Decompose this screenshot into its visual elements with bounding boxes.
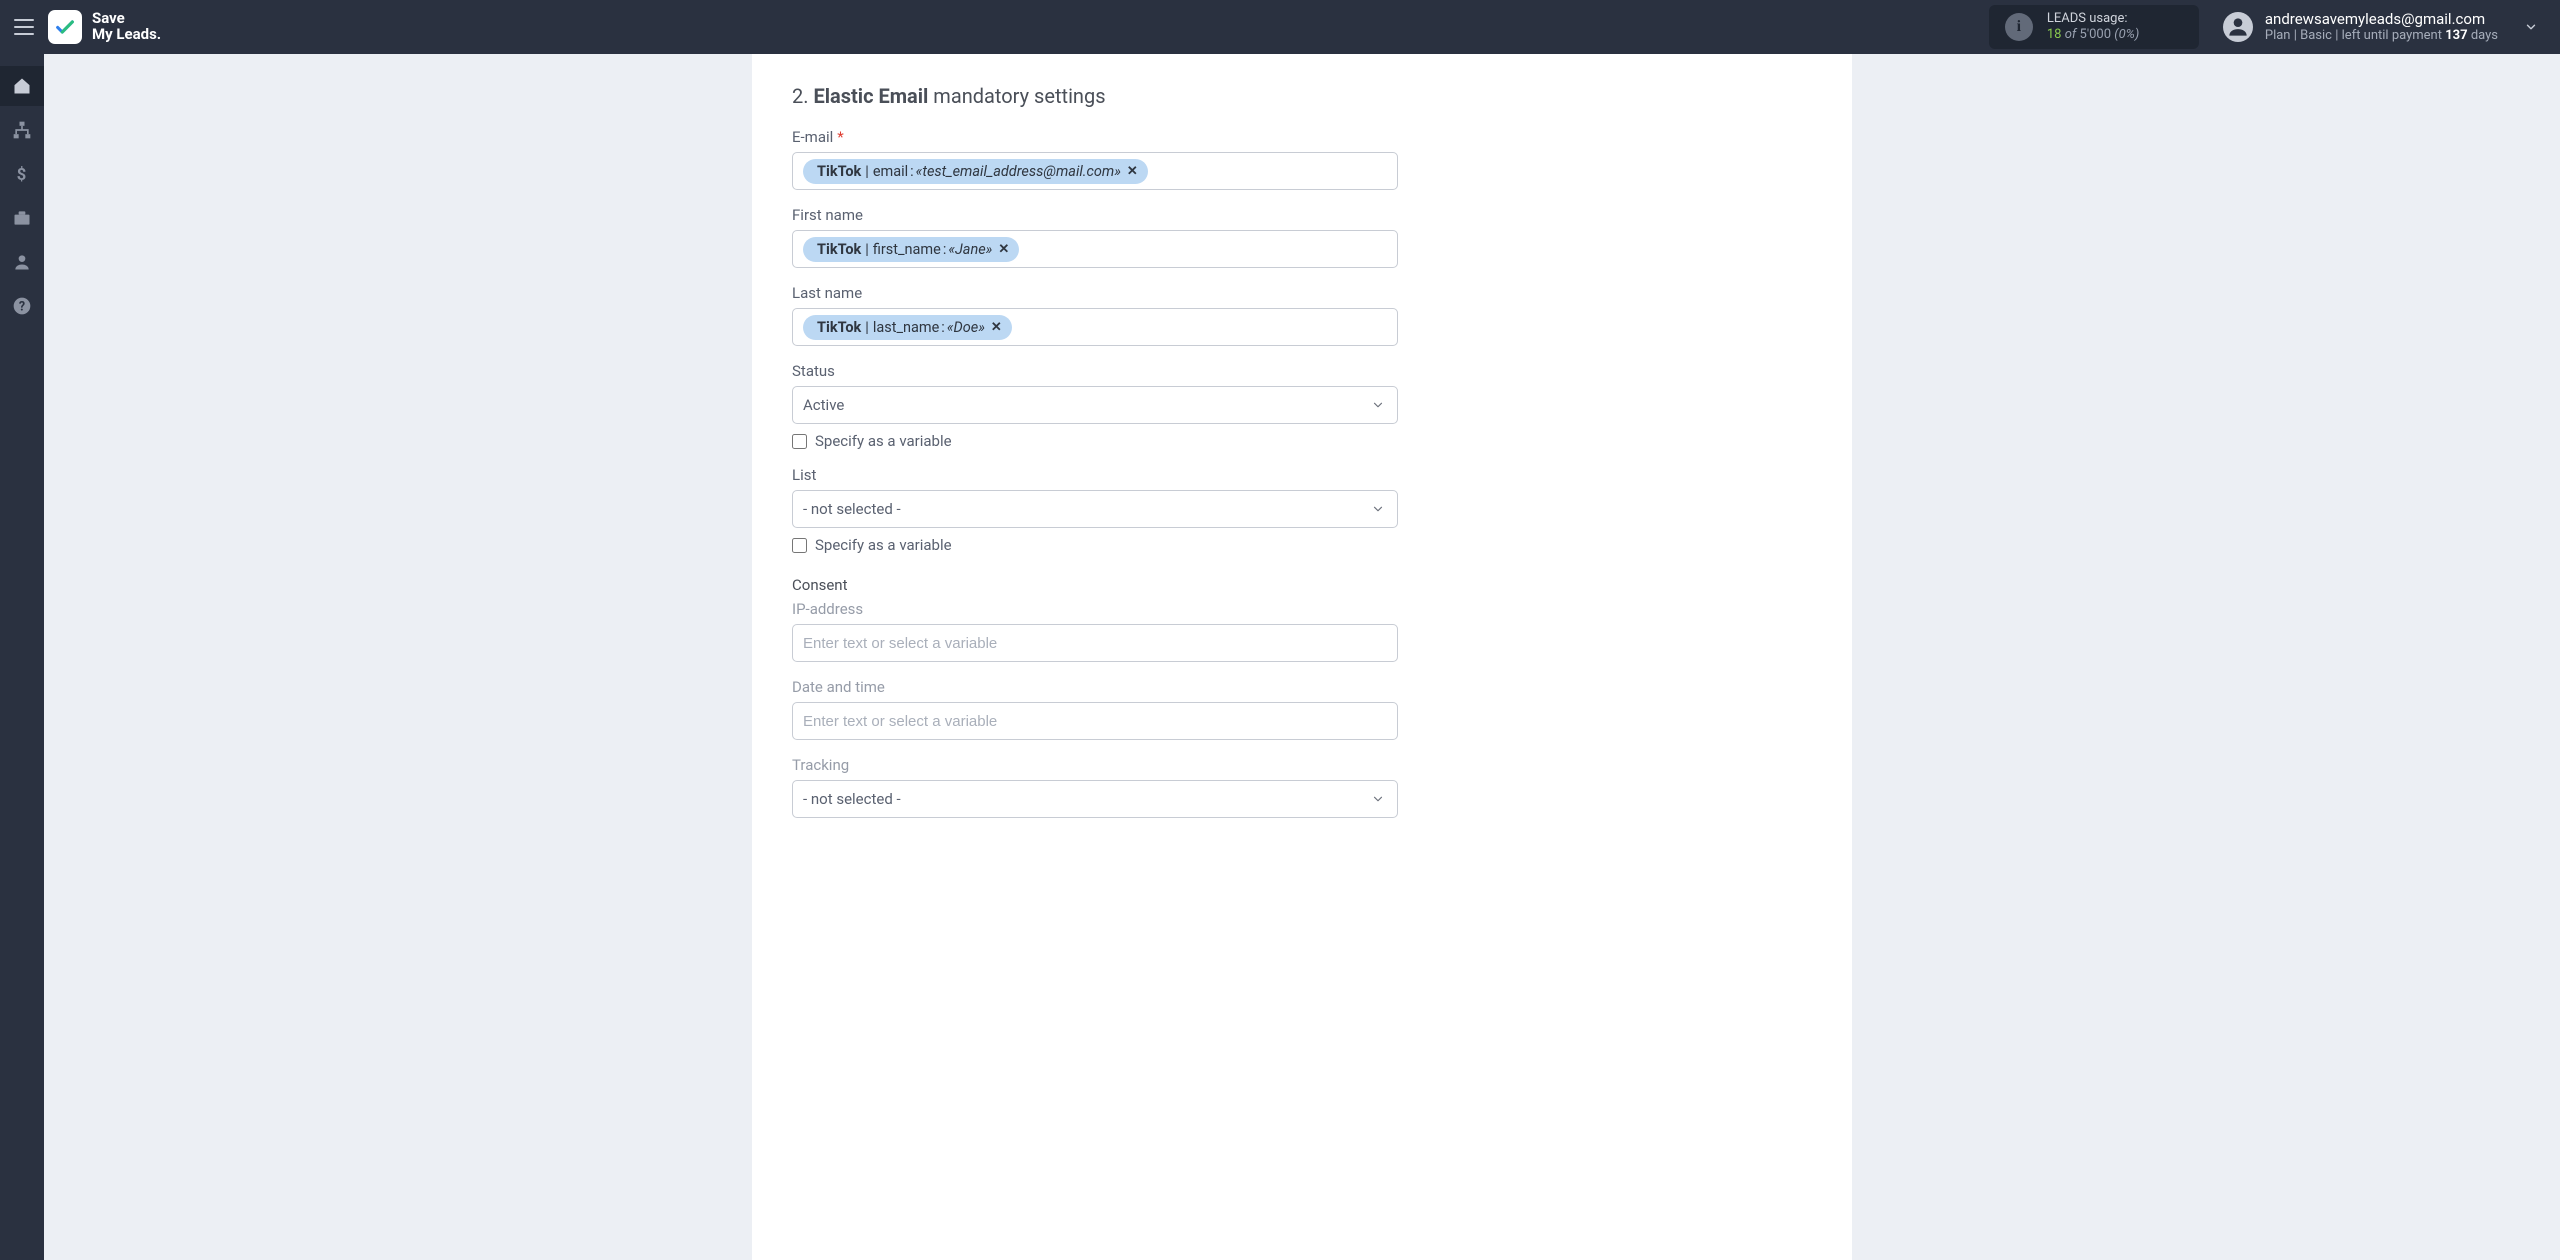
usage-total-value: 5'000 (2080, 27, 2112, 42)
input-email[interactable]: TikTok | email: «test_email_address@mail… (792, 152, 1398, 190)
input-first-name[interactable]: TikTok | first_name: «Jane» ✕ (792, 230, 1398, 268)
app-header: Save My Leads. i LEADS usage: 18 of 5'00… (0, 0, 2560, 54)
select-tracking[interactable]: - not selected - (792, 780, 1398, 818)
usage-used-value: 18 (2047, 27, 2062, 42)
label-status: Status (792, 362, 1812, 380)
input-datetime-field[interactable] (803, 713, 1387, 730)
sidebar: $ ? (0, 54, 44, 1260)
briefcase-icon (12, 208, 32, 228)
chevron-down-icon (1371, 502, 1385, 516)
label-tracking: Tracking (792, 756, 1812, 774)
sidebar-item-home[interactable] (0, 66, 44, 106)
input-ip[interactable] (792, 624, 1398, 662)
input-ip-field[interactable] (803, 635, 1387, 652)
usage-title: LEADS usage: (2047, 11, 2139, 27)
account-block[interactable]: andrewsavemyleads@gmail.com Plan | Basic… (2223, 10, 2498, 45)
section-heading: 2. Elastic Email mandatory settings (792, 84, 1812, 108)
svg-text:$: $ (17, 166, 26, 183)
sidebar-item-workspace[interactable] (0, 198, 44, 238)
chevron-down-icon (2524, 20, 2538, 34)
sidebar-item-account[interactable] (0, 242, 44, 282)
chevron-down-icon (1371, 792, 1385, 806)
label-last-name: Last name (792, 284, 1812, 302)
input-last-name[interactable]: TikTok | last_name: «Doe» ✕ (792, 308, 1398, 346)
checkbox-status-variable[interactable] (792, 434, 807, 449)
logo-mark-icon (48, 10, 82, 44)
label-consent: Consent (792, 576, 1812, 594)
checkbox-status-label: Specify as a variable (815, 432, 952, 450)
sidebar-item-connections[interactable] (0, 110, 44, 150)
token-remove-icon[interactable]: ✕ (998, 242, 1009, 257)
usage-badge: i LEADS usage: 18 of 5'000 (0%) (1989, 5, 2199, 50)
sitemap-icon (12, 120, 32, 140)
sidebar-item-help[interactable]: ? (0, 286, 44, 326)
home-icon (12, 76, 32, 96)
token-email[interactable]: TikTok | email: «test_email_address@mail… (803, 159, 1148, 184)
label-email: E-mail* (792, 128, 1812, 146)
label-ip: IP-address (792, 600, 1812, 618)
select-tracking-value: - not selected - (803, 790, 901, 808)
account-dropdown-toggle[interactable] (2516, 12, 2546, 42)
account-plan: Plan | Basic | left until payment 137 da… (2265, 28, 2498, 44)
chevron-down-icon (1371, 398, 1385, 412)
checkbox-list-variable[interactable] (792, 538, 807, 553)
select-status-value: Active (803, 396, 844, 414)
sidebar-item-billing[interactable]: $ (0, 154, 44, 194)
info-icon: i (2005, 13, 2033, 41)
token-last-name[interactable]: TikTok | last_name: «Doe» ✕ (803, 315, 1012, 340)
select-status[interactable]: Active (792, 386, 1398, 424)
checkbox-status-varrow[interactable]: Specify as a variable (792, 432, 1812, 450)
input-datetime[interactable] (792, 702, 1398, 740)
checkbox-list-varrow[interactable]: Specify as a variable (792, 536, 1812, 554)
help-icon: ? (12, 296, 32, 316)
account-email: andrewsavemyleads@gmail.com (2265, 10, 2498, 29)
svg-text:?: ? (19, 300, 25, 315)
token-first-name[interactable]: TikTok | first_name: «Jane» ✕ (803, 237, 1019, 262)
select-list[interactable]: - not selected - (792, 490, 1398, 528)
brand-logo[interactable]: Save My Leads. (48, 10, 161, 44)
dollar-icon: $ (13, 165, 31, 183)
avatar-icon (2223, 12, 2253, 42)
token-remove-icon[interactable]: ✕ (991, 320, 1002, 335)
checkbox-list-label: Specify as a variable (815, 536, 952, 554)
token-remove-icon[interactable]: ✕ (1127, 164, 1138, 179)
label-datetime: Date and time (792, 678, 1812, 696)
select-list-value: - not selected - (803, 500, 901, 518)
menu-toggle-icon[interactable] (14, 19, 34, 35)
settings-card: 2. Elastic Email mandatory settings E-ma… (752, 54, 1852, 1260)
label-list: List (792, 466, 1812, 484)
user-icon (12, 252, 32, 272)
brand-name: Save My Leads. (92, 11, 161, 43)
label-first-name: First name (792, 206, 1812, 224)
